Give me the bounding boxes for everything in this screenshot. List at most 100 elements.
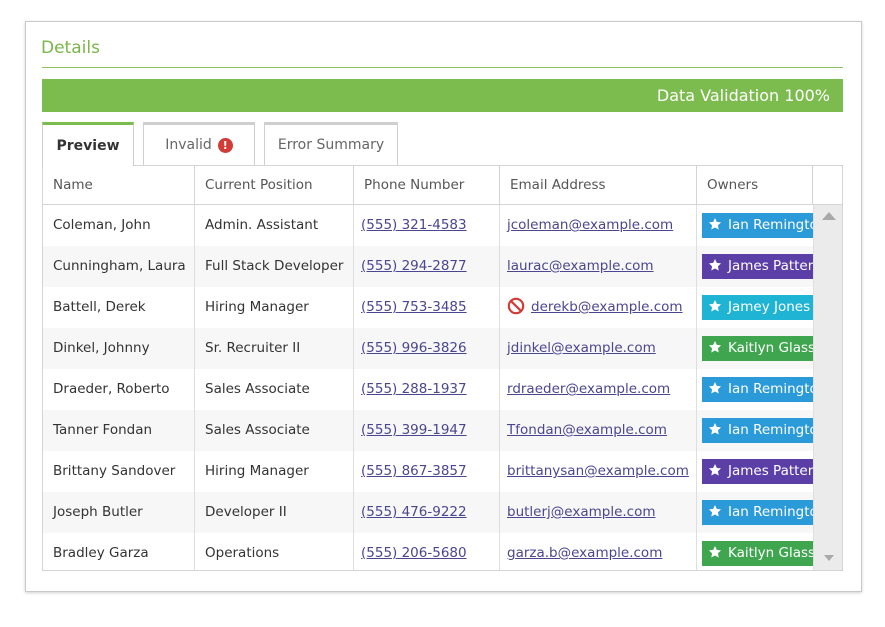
table-row[interactable]: Draeder, Roberto Sales Associate (555) 288… xyxy=(43,369,813,410)
owner-badge[interactable]: Kaitlyn Glass xyxy=(702,541,813,566)
phone-link[interactable]: (555) 867-3857 xyxy=(361,463,467,479)
phone-link[interactable]: (555) 753-3485 xyxy=(361,299,467,315)
star-icon xyxy=(708,545,728,561)
star-icon xyxy=(708,299,728,315)
cell-owner: Ian Remington xyxy=(697,369,813,410)
table-row[interactable]: Tanner Fondan Sales Associate (555) 399-19… xyxy=(43,410,813,451)
table-row[interactable]: Dinkel, Johnny Sr. Recruiter II (555) 996-… xyxy=(43,328,813,369)
no-entry-icon xyxy=(507,297,531,315)
cell-owner: Ian Remington xyxy=(697,410,813,451)
details-card: Details Data Validation 100% Preview Inv… xyxy=(25,21,862,592)
cell-phone: (555) 288-1937 xyxy=(354,369,500,410)
cell-email: jcoleman@example.com xyxy=(500,205,697,246)
email-link[interactable]: jdinkel@example.com xyxy=(507,340,656,356)
cell-name: Bradley Garza xyxy=(43,533,195,570)
cell-name: Joseph Butler xyxy=(43,492,195,533)
star-icon xyxy=(708,463,728,479)
cell-position: Full Stack Developer xyxy=(195,246,354,287)
cell-position: Sales Associate xyxy=(195,410,354,451)
owner-name: Kaitlyn Glass xyxy=(728,545,813,561)
owner-name: Ian Remington xyxy=(728,381,813,397)
email-link[interactable]: butlerj@example.com xyxy=(507,504,656,520)
tab-preview[interactable]: Preview xyxy=(42,122,134,166)
email-link[interactable]: brittanysan@example.com xyxy=(507,463,689,479)
cell-owner: James Patterson xyxy=(697,246,813,287)
cell-phone: (555) 996-3826 xyxy=(354,328,500,369)
column-header-position[interactable]: Current Position xyxy=(195,166,354,205)
exclamation-circle-icon: ! xyxy=(217,137,233,153)
owner-badge[interactable]: James Patterson xyxy=(702,459,813,484)
cell-owner: Jamey Jones xyxy=(697,287,813,328)
cell-position: Sales Associate xyxy=(195,369,354,410)
phone-link[interactable]: (555) 399-1947 xyxy=(361,422,467,438)
tab-preview-label: Preview xyxy=(56,137,120,154)
email-link[interactable]: jcoleman@example.com xyxy=(507,217,673,233)
card-title: Details xyxy=(41,38,100,58)
cell-owner: Kaitlyn Glass xyxy=(697,328,813,369)
cell-phone: (555) 399-1947 xyxy=(354,410,500,451)
owner-badge[interactable]: Ian Remington xyxy=(702,500,813,525)
cell-position: Admin. Assistant xyxy=(195,205,354,246)
vertical-scrollbar[interactable] xyxy=(813,205,842,570)
email-link[interactable]: Tfondan@example.com xyxy=(507,422,667,438)
column-header-owners[interactable]: Owners xyxy=(697,166,813,205)
star-icon xyxy=(708,217,728,233)
table-row[interactable]: Joseph Butler Developer II (555) 476-9222 b… xyxy=(43,492,813,533)
email-link[interactable]: derekb@example.com xyxy=(531,299,683,315)
cell-position: Sr. Recruiter II xyxy=(195,328,354,369)
owner-badge[interactable]: Kaitlyn Glass xyxy=(702,336,813,361)
table-row[interactable]: Cunningham, Laura Full Stack Developer (55… xyxy=(43,246,813,287)
table-body: Coleman, John Admin. Assistant (555) 321-4… xyxy=(43,205,813,570)
cell-name: Battell, Derek xyxy=(43,287,195,328)
cell-name: Coleman, John xyxy=(43,205,195,246)
phone-link[interactable]: (555) 288-1937 xyxy=(361,381,467,397)
owner-name: Kaitlyn Glass xyxy=(728,340,813,356)
cell-name: Draeder, Roberto xyxy=(43,369,195,410)
table-row[interactable]: Coleman, John Admin. Assistant (555) 321-4… xyxy=(43,205,813,246)
validation-progress-fill: Data Validation 100% xyxy=(42,79,843,112)
cell-position: Hiring Manager xyxy=(195,451,354,492)
owner-badge[interactable]: James Patterson xyxy=(702,254,813,279)
cell-name: Dinkel, Johnny xyxy=(43,328,195,369)
cell-owner: Kaitlyn Glass xyxy=(697,533,813,570)
title-divider xyxy=(42,67,843,68)
phone-link[interactable]: (555) 476-9222 xyxy=(361,504,467,520)
tab-invalid[interactable]: Invalid ! xyxy=(143,122,255,165)
owner-badge[interactable]: Jamey Jones xyxy=(702,295,813,320)
cell-email: Tfondan@example.com xyxy=(500,410,697,451)
cell-phone: (555) 476-9222 xyxy=(354,492,500,533)
scroll-up-arrow-icon[interactable] xyxy=(822,212,836,220)
owner-name: James Patterson xyxy=(728,258,813,274)
tab-invalid-label: Invalid xyxy=(165,137,212,153)
tab-error-summary[interactable]: Error Summary xyxy=(264,122,398,165)
cell-name: Cunningham, Laura xyxy=(43,246,195,287)
cell-email: garza.b@example.com xyxy=(500,533,697,570)
email-link[interactable]: laurac@example.com xyxy=(507,258,654,274)
phone-link[interactable]: (555) 996-3826 xyxy=(361,340,467,356)
table-row[interactable]: Battell, Derek Hiring Manager (555) 753-34… xyxy=(43,287,813,328)
owner-badge[interactable]: Ian Remington xyxy=(702,377,813,402)
owner-name: Ian Remington xyxy=(728,422,813,438)
star-icon xyxy=(708,381,728,397)
star-icon xyxy=(708,504,728,520)
column-header-name[interactable]: Name xyxy=(43,166,195,205)
column-header-email[interactable]: Email Address xyxy=(500,166,697,205)
cell-name: Brittany Sandover xyxy=(43,451,195,492)
cell-owner: Ian Remington xyxy=(697,205,813,246)
star-icon xyxy=(708,258,728,274)
table-row[interactable]: Bradley Garza Operations (555) 206-5680 gar… xyxy=(43,533,813,570)
scroll-down-arrow-icon[interactable] xyxy=(824,555,834,561)
column-header-phone[interactable]: Phone Number xyxy=(354,166,500,205)
owner-badge[interactable]: Ian Remington xyxy=(702,213,813,238)
owner-name: Ian Remington xyxy=(728,504,813,520)
email-link[interactable]: rdraeder@example.com xyxy=(507,381,670,397)
owner-name: Ian Remington xyxy=(728,217,813,233)
phone-link[interactable]: (555) 206-5680 xyxy=(361,545,467,561)
owner-name: James Patterson xyxy=(728,463,813,479)
table-row[interactable]: Brittany Sandover Hiring Manager (555) 867… xyxy=(43,451,813,492)
owner-badge[interactable]: Ian Remington xyxy=(702,418,813,443)
validation-label: Data Validation 100% xyxy=(656,86,830,105)
email-link[interactable]: garza.b@example.com xyxy=(507,545,662,561)
phone-link[interactable]: (555) 321-4583 xyxy=(361,217,467,233)
phone-link[interactable]: (555) 294-2877 xyxy=(361,258,467,274)
